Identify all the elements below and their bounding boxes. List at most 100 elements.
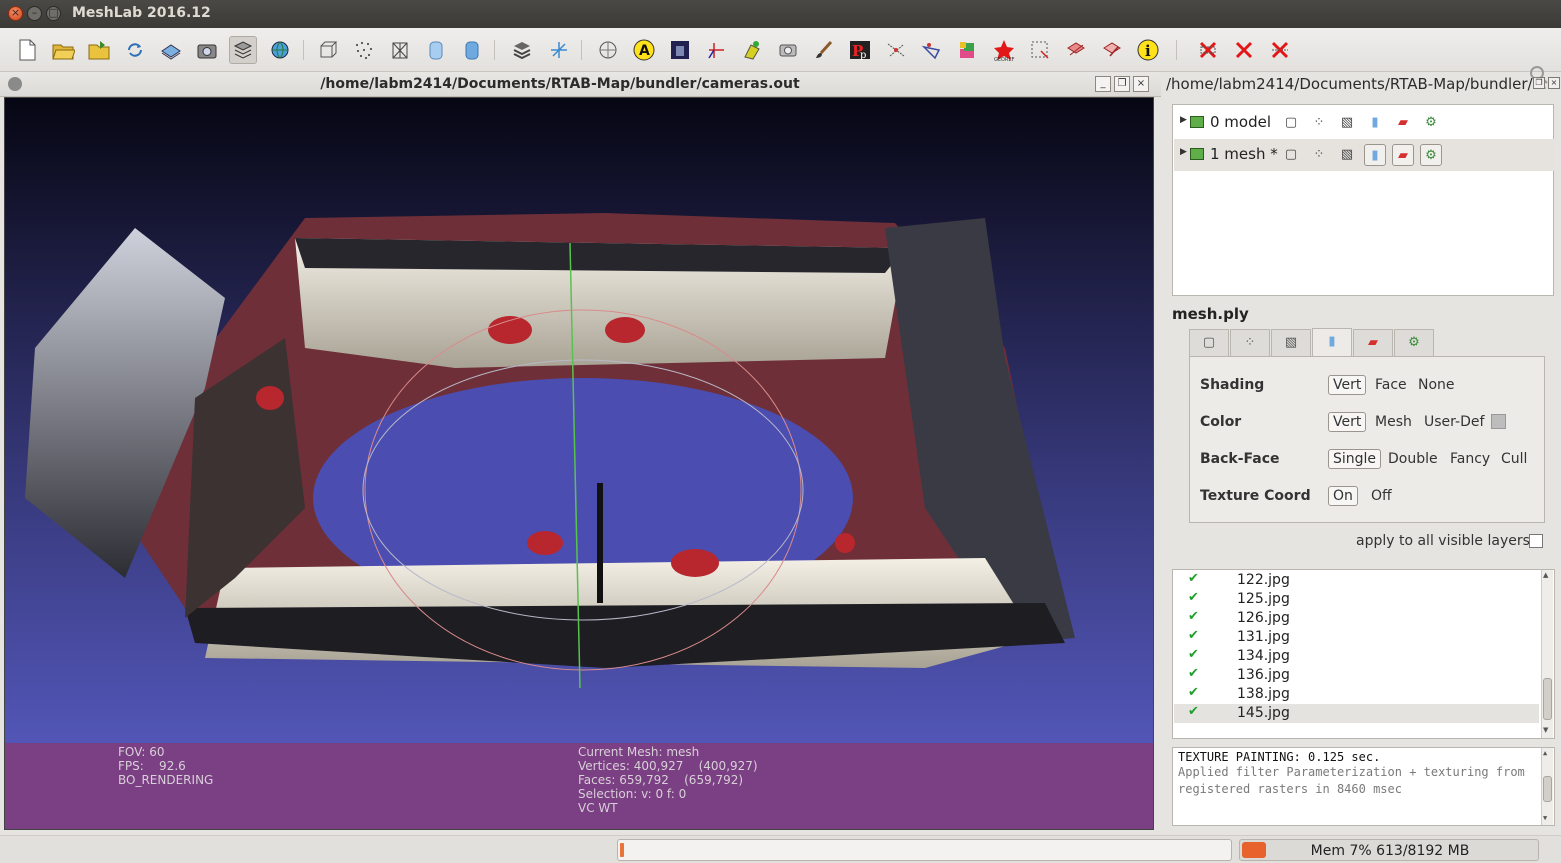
backface-cull-button[interactable]: Cull (1501, 451, 1527, 467)
measure-icon[interactable] (702, 36, 730, 64)
layers-icon[interactable] (229, 36, 257, 64)
extra-mode-icon[interactable]: ⚙ (1420, 144, 1442, 166)
window-maximize-button[interactable]: □ (46, 6, 61, 21)
texture-icon[interactable] (666, 36, 694, 64)
wireframe-icon[interactable] (386, 36, 414, 64)
raster-row[interactable]: ✔ 136.jpg (1174, 666, 1539, 685)
fill-mode-icon[interactable]: ▮ (1364, 112, 1386, 134)
color-paint-icon[interactable] (738, 36, 766, 64)
check-icon[interactable]: ✔ (1188, 647, 1199, 662)
subwindow-restore-button[interactable]: ❐ (1114, 76, 1130, 92)
annotation-a-icon[interactable]: A (630, 36, 658, 64)
bbox-mode-icon[interactable]: ▢ (1280, 112, 1302, 134)
reload-icon[interactable] (121, 36, 149, 64)
texcoord-on-button[interactable]: On (1328, 486, 1358, 506)
scroll-up-icon[interactable]: ▲ (1543, 571, 1548, 579)
delete-all-icon[interactable] (1266, 36, 1294, 64)
select-faces-icon[interactable] (954, 36, 982, 64)
axis-icon[interactable] (545, 36, 573, 64)
apply-all-layers-checkbox[interactable] (1529, 534, 1543, 548)
raster-row[interactable]: ✔ 125.jpg (1174, 590, 1539, 609)
open-project-icon[interactable] (49, 36, 77, 64)
tab-wire[interactable]: ▧ (1271, 329, 1311, 357)
trackball-icon[interactable] (594, 36, 622, 64)
smooth-shading-icon[interactable] (458, 36, 486, 64)
log-scrollbar[interactable]: ▲ ▼ (1541, 748, 1553, 825)
scrollbar-thumb[interactable] (1543, 678, 1552, 720)
check-icon[interactable]: ✔ (1188, 571, 1199, 586)
camera-icon[interactable] (774, 36, 802, 64)
move-icon[interactable] (1062, 36, 1090, 64)
wire-mode-icon[interactable]: ▧ (1336, 144, 1358, 166)
select-region-icon[interactable] (1026, 36, 1054, 64)
raster-row[interactable]: ✔ 122.jpg (1174, 571, 1539, 590)
backface-single-button[interactable]: Single (1328, 449, 1382, 469)
pdf-icon[interactable]: Pp (846, 36, 874, 64)
fill-mode-icon[interactable]: ▮ (1364, 144, 1386, 166)
subwindow-minimize-button[interactable]: _ (1095, 76, 1111, 92)
align-icon[interactable] (882, 36, 910, 64)
user-color-swatch[interactable] (1491, 414, 1506, 429)
delete-faces-icon[interactable] (1194, 36, 1222, 64)
backface-double-button[interactable]: Double (1388, 451, 1438, 467)
tab-extra[interactable]: ⚙ (1394, 329, 1434, 357)
check-icon[interactable]: ✔ (1188, 590, 1199, 605)
layer-stack-icon[interactable] (508, 36, 536, 64)
georef-icon[interactable]: GEOREF (990, 36, 1018, 64)
tab-points[interactable]: ⁘ (1230, 329, 1270, 357)
shading-none-button[interactable]: None (1418, 377, 1455, 393)
scrollbar-thumb[interactable] (1543, 776, 1552, 802)
color-vert-button[interactable]: Vert (1328, 412, 1367, 432)
points-icon[interactable] (350, 36, 378, 64)
open-mesh-icon[interactable] (85, 36, 113, 64)
raster-scrollbar[interactable]: ▲ ▼ (1541, 570, 1553, 738)
bounding-box-icon[interactable] (314, 36, 342, 64)
shading-face-button[interactable]: Face (1375, 377, 1407, 393)
3d-viewport[interactable]: FOV: 60 FPS: 92.6 BO_RENDERING Current M… (4, 97, 1154, 830)
texture-mode-icon[interactable]: ▰ (1392, 144, 1414, 166)
dock-close-button[interactable]: × (1548, 77, 1560, 89)
zoom-select-icon[interactable] (1098, 36, 1126, 64)
visibility-eye-icon[interactable] (1190, 116, 1204, 128)
save-snapshot-icon[interactable] (157, 36, 185, 64)
raster-row[interactable]: ✔ 126.jpg (1174, 609, 1539, 628)
check-icon[interactable]: ✔ (1188, 666, 1199, 681)
expand-arrow-icon[interactable]: ▶ (1180, 147, 1187, 157)
delete-vertices-icon[interactable] (1230, 36, 1258, 64)
info-icon[interactable]: i (1134, 36, 1162, 64)
extra-mode-icon[interactable]: ⚙ (1420, 112, 1442, 134)
scroll-down-icon[interactable]: ▼ (1543, 726, 1548, 734)
raster-row[interactable]: ✔ 138.jpg (1174, 685, 1539, 704)
texture-mode-icon[interactable]: ▰ (1392, 112, 1414, 134)
points-mode-icon[interactable]: ⁘ (1308, 144, 1330, 166)
check-icon[interactable]: ✔ (1188, 704, 1199, 719)
points-mode-icon[interactable]: ⁘ (1308, 112, 1330, 134)
flat-shading-icon[interactable] (422, 36, 450, 64)
tab-bbox[interactable]: ▢ (1189, 329, 1229, 357)
check-icon[interactable]: ✔ (1188, 609, 1199, 624)
decorate-icon[interactable] (918, 36, 946, 64)
new-project-icon[interactable] (13, 36, 41, 64)
bbox-mode-icon[interactable]: ▢ (1280, 144, 1302, 166)
check-icon[interactable]: ✔ (1188, 685, 1199, 700)
raster-row[interactable]: ✔ 131.jpg (1174, 628, 1539, 647)
window-minimize-button[interactable]: – (27, 6, 42, 21)
layer-row-mesh[interactable]: ▶ 1 mesh * ▢ ⁘ ▧ ▮ ▰ ⚙ (1174, 139, 1554, 171)
check-icon[interactable]: ✔ (1188, 628, 1199, 643)
color-mesh-button[interactable]: Mesh (1375, 414, 1412, 430)
wire-mode-icon[interactable]: ▧ (1336, 112, 1358, 134)
visibility-eye-icon[interactable] (1190, 148, 1204, 160)
globe-icon[interactable] (266, 36, 294, 64)
window-close-button[interactable]: × (8, 6, 23, 21)
layer-row-model[interactable]: ▶ 0 model ▢ ⁘ ▧ ▮ ▰ ⚙ (1174, 107, 1554, 139)
dock-float-button[interactable]: ❐ (1533, 77, 1545, 89)
expand-arrow-icon[interactable]: ▶ (1180, 115, 1187, 125)
shading-vert-button[interactable]: Vert (1328, 375, 1367, 395)
tab-fill[interactable]: ▮ (1312, 328, 1352, 358)
camera-snapshot-icon[interactable] (193, 36, 221, 64)
texcoord-off-button[interactable]: Off (1371, 488, 1392, 504)
subwindow-close-button[interactable]: × (1133, 76, 1149, 92)
color-userdef-button[interactable]: User-Def (1424, 414, 1484, 430)
tab-texture[interactable]: ▰ (1353, 329, 1393, 357)
backface-fancy-button[interactable]: Fancy (1450, 451, 1490, 467)
